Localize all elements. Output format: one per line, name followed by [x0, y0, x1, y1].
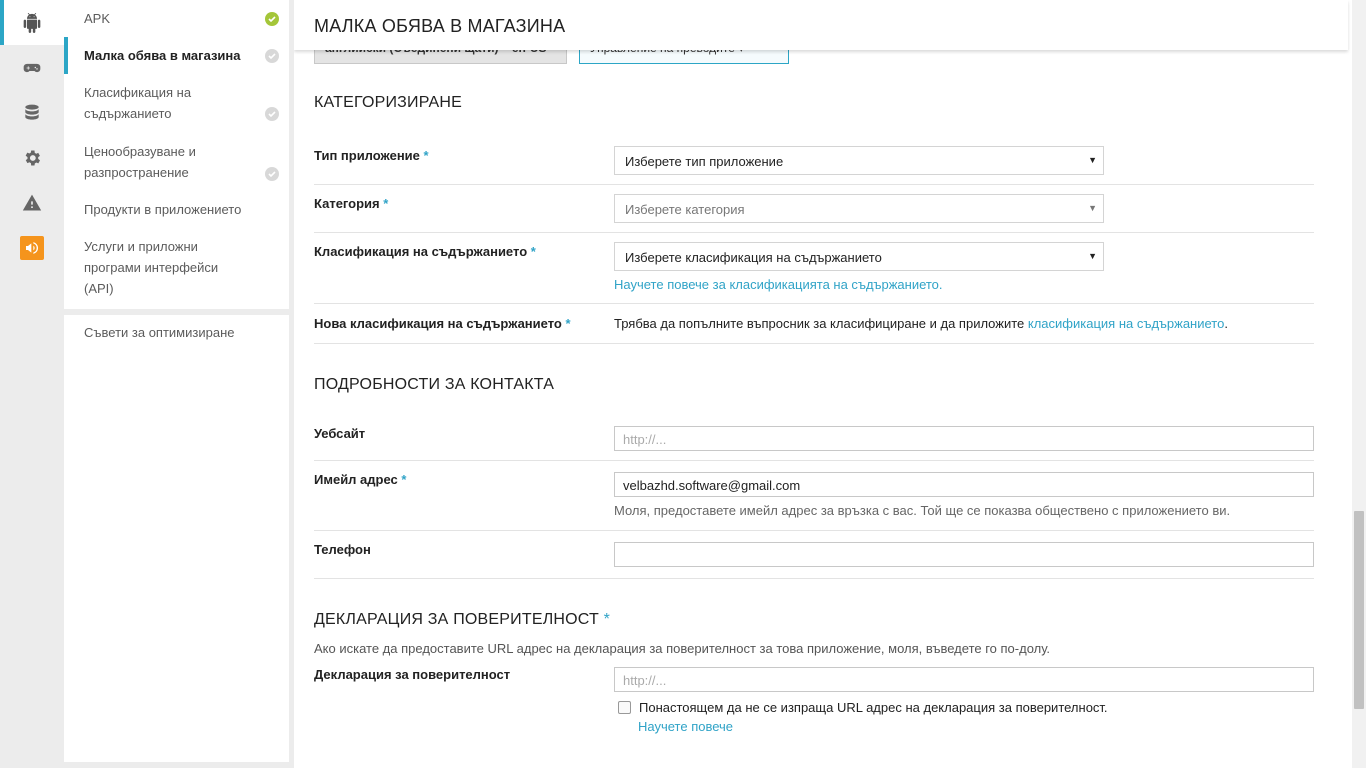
no-privacy-url-checkbox[interactable] [618, 701, 631, 714]
page-header: МАЛКА ОБЯВА В МАГАЗИНА [294, 0, 1348, 50]
new-content-rating-row: Нова класификация на съдържанието * Тряб… [314, 304, 1314, 344]
content-rating-link[interactable]: класификация на съдържанието [1028, 316, 1224, 331]
dropdown-arrow-icon: ▼ [1088, 155, 1097, 165]
dropdown-arrow-icon: ▼ [1088, 203, 1097, 213]
pending-check-icon [265, 167, 279, 181]
gear-icon [25, 150, 40, 165]
icon-rail [0, 0, 64, 768]
scrollbar-thumb[interactable] [1354, 511, 1364, 709]
email-input[interactable]: velbazhd.software@gmail.com [614, 472, 1314, 497]
pending-check-icon [265, 49, 279, 63]
nav-item-content-rating[interactable]: Класификация на съдържанието [64, 74, 289, 131]
promo-icon [20, 235, 44, 260]
side-navigation: APK Малка обява в магазина Класификация … [64, 0, 289, 762]
categorization-title: КАТЕГОРИЗИРАНЕ [314, 94, 463, 111]
nav-group-listing: APK Малка обява в магазина Класификация … [64, 0, 289, 315]
phone-row: Телефон [314, 531, 1314, 579]
privacy-label: Декларация за поверителност [314, 667, 511, 682]
gamepad-icon [23, 63, 41, 72]
nav-item-store-listing[interactable]: Малка обява в магазина [64, 37, 289, 74]
pending-check-icon [265, 107, 279, 121]
nav-item-apk[interactable]: APK [64, 0, 289, 37]
content-rating-select[interactable]: Изберете класификация на съдържанието ▼ [614, 242, 1104, 271]
app-type-row: Тип приложение * Изберете тип приложение… [314, 135, 1314, 185]
rail-item-settings[interactable] [0, 135, 64, 180]
content-rating-label: Класификация на съдържанието * [314, 244, 536, 259]
website-label: Уебсайт [314, 426, 366, 441]
form-content: КАТЕГОРИЗИРАНЕ Тип приложение * Изберете… [314, 94, 1314, 747]
main-panel: МАЛКА ОБЯВА В МАГАЗИНА английски (Съедин… [294, 0, 1352, 768]
no-privacy-url-option: Понастоящем да не се изпраща URL адрес н… [614, 700, 1314, 715]
privacy-learn-more-link[interactable]: Научете повече [638, 719, 733, 734]
new-content-rating-text: Трябва да попълните въпросник за класифи… [614, 316, 1228, 331]
content-rating-learn-more-link[interactable]: Научете повече за класификацията на съдъ… [614, 277, 943, 292]
dropdown-arrow-icon: ▼ [1088, 251, 1097, 261]
email-label: Имейл адрес * [314, 472, 407, 487]
nav-item-optimization-tips[interactable]: Съвети за оптимизиране [64, 315, 289, 350]
page-scrollbar[interactable] [1352, 0, 1366, 768]
nav-item-pricing[interactable]: Ценообразуване и разпространение [64, 131, 289, 191]
nav-item-in-app-products[interactable]: Продукти в приложението [64, 191, 289, 228]
phone-label: Телефон [314, 542, 371, 557]
android-icon [23, 12, 41, 33]
rail-item-alerts[interactable] [0, 180, 64, 225]
website-row: Уебсайт http://... [314, 414, 1314, 461]
page-title: МАЛКА ОБЯВА В МАГАЗИНА [314, 16, 566, 36]
complete-check-icon [265, 12, 279, 26]
privacy-row: Декларация за поверителност http://... П… [314, 656, 1314, 747]
content-rating-row: Класификация на съдържанието * Изберете … [314, 233, 1314, 304]
privacy-policy-title: ДЕКЛАРАЦИЯ ЗА ПОВЕРИТЕЛНОСТ * [314, 611, 611, 628]
category-select[interactable]: Изберете категория ▼ [614, 194, 1104, 223]
app-type-select[interactable]: Изберете тип приложение ▼ [614, 146, 1104, 175]
no-privacy-url-label: Понастоящем да не се изпраща URL адрес н… [639, 700, 1108, 715]
database-icon [25, 104, 39, 120]
nav-item-services-api[interactable]: Услуги и приложни програми интерфейси (A… [64, 228, 289, 309]
phone-input[interactable] [614, 542, 1314, 567]
rail-item-android[interactable] [0, 0, 64, 45]
new-content-rating-label: Нова класификация на съдържанието * [314, 316, 571, 331]
privacy-url-input[interactable]: http://... [614, 667, 1314, 692]
email-help-text: Моля, предоставете имейл адрес за връзка… [614, 503, 1231, 518]
email-row: Имейл адрес * velbazhd.software@gmail.co… [314, 461, 1314, 531]
app-type-label: Тип приложение * [314, 148, 429, 163]
rail-item-games[interactable] [0, 45, 64, 90]
rail-item-promotions[interactable] [0, 225, 64, 270]
category-row: Категория * Изберете категория ▼ [314, 185, 1314, 233]
rail-item-database[interactable] [0, 90, 64, 135]
warning-icon [22, 194, 42, 210]
privacy-description: Ако искате да предоставите URL адрес на … [314, 641, 1051, 656]
category-label: Категория * [314, 196, 389, 211]
contact-details-title: ПОДРОБНОСТИ ЗА КОНТАКТА [314, 376, 555, 393]
website-input[interactable]: http://... [614, 426, 1314, 451]
